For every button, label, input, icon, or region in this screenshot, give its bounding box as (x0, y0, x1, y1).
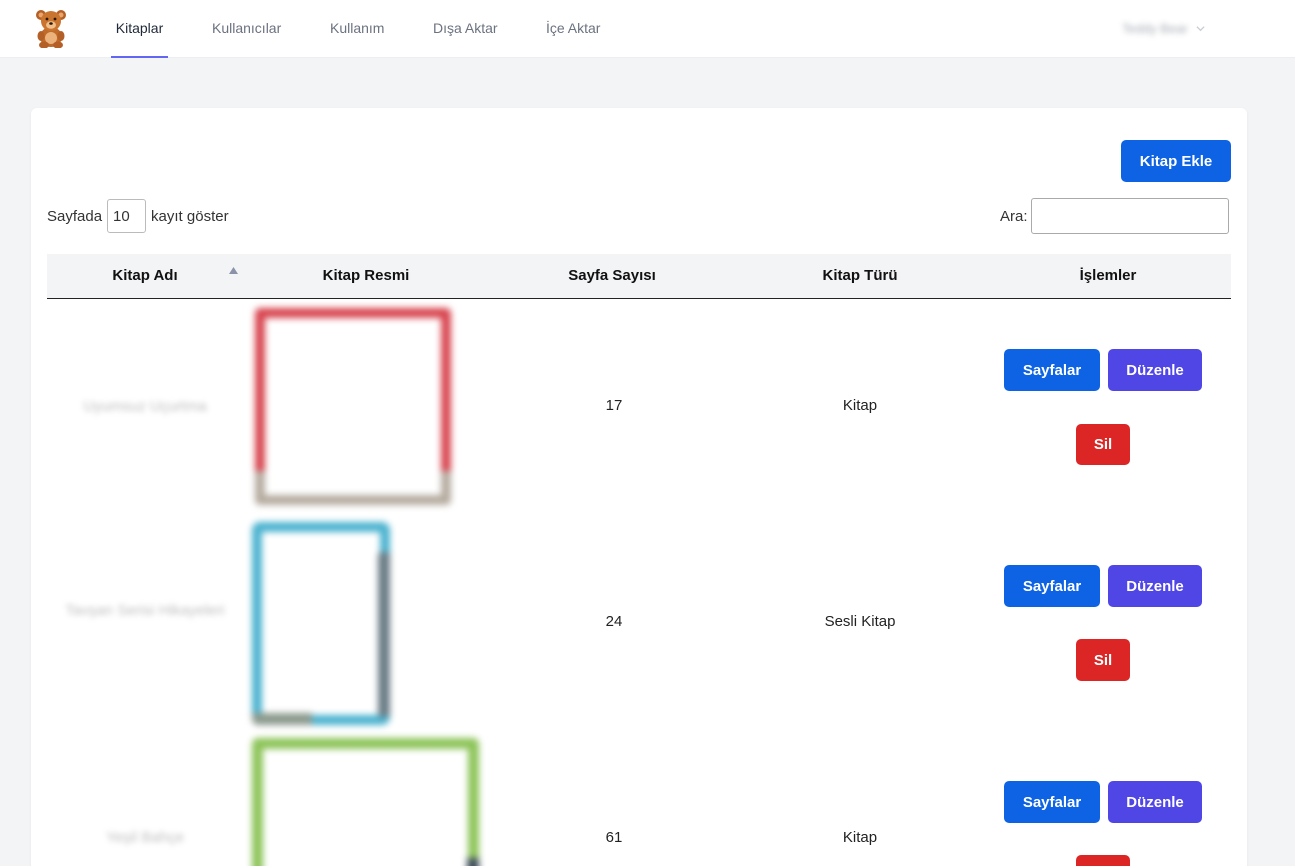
book-cover-image (255, 308, 451, 505)
top-navbar: Kitaplar Kullanıcılar Kullanım Dışa Akta… (0, 0, 1295, 58)
edit-button[interactable]: Düzenle (1108, 781, 1202, 823)
book-type-cell: Kitap (842, 397, 878, 414)
nav-item-kullanim[interactable]: Kullanım (330, 0, 384, 58)
column-header-book-name[interactable]: Kitap Adı (47, 254, 243, 298)
page-count-cell: 17 (605, 397, 623, 414)
delete-button[interactable]: Sil (1076, 424, 1130, 465)
delete-button[interactable]: Sil (1076, 639, 1130, 681)
book-cover-image (252, 522, 390, 725)
edit-button[interactable]: Düzenle (1108, 349, 1202, 391)
pages-button[interactable]: Sayfalar (1004, 565, 1100, 607)
chevron-down-icon (1196, 25, 1205, 31)
book-type-cell: Kitap (842, 829, 878, 846)
pages-button[interactable]: Sayfalar (1004, 349, 1100, 391)
book-name-cell: Tavşan Serisi Hikayeleri (65, 602, 225, 619)
user-name: Teddy Bear (1122, 20, 1188, 36)
book-name-cell: Uyumsuz Uçurtma (83, 398, 207, 415)
book-type-cell: Sesli Kitap (824, 613, 896, 630)
search-label: Ara: (1000, 207, 1028, 225)
nav-item-disa-aktar[interactable]: Dışa Aktar (433, 0, 498, 58)
pages-button[interactable]: Sayfalar (1004, 781, 1100, 823)
table-header: Kitap Adı Kitap Resmi Sayfa Sayısı Kitap… (47, 254, 1231, 299)
search-input[interactable] (1030, 198, 1229, 234)
column-header-actions: İşlemler (1079, 267, 1137, 284)
page-count-cell: 24 (605, 613, 623, 630)
add-book-button[interactable]: Kitap Ekle (1121, 140, 1231, 182)
page-length-input[interactable] (107, 199, 147, 233)
book-cover-image (252, 738, 479, 866)
teddy-bear-logo-icon[interactable] (33, 6, 69, 48)
nav-item-ice-aktar[interactable]: İçe Aktar (546, 0, 600, 58)
sort-ascending-icon (229, 267, 238, 274)
books-card: Kitap Ekle Sayfada kayıt göster Ara: Kit… (31, 108, 1247, 866)
page-length-control: Sayfada kayıt göster (47, 199, 229, 233)
page-count-cell: 61 (605, 829, 623, 846)
column-header-book-type[interactable]: Kitap Türü (735, 254, 985, 298)
nav-item-kullanicilar[interactable]: Kullanıcılar (212, 0, 281, 58)
column-header-page-count[interactable]: Sayfa Sayısı (489, 254, 735, 298)
page-length-suffix: kayıt göster (151, 207, 229, 225)
column-header-book-image[interactable]: Kitap Resmi (243, 254, 489, 298)
page-length-prefix: Sayfada (47, 207, 103, 225)
book-name-cell: Yeşil Bahçe (106, 829, 184, 846)
edit-button[interactable]: Düzenle (1108, 565, 1202, 607)
delete-button[interactable]: Sil (1076, 855, 1130, 866)
search-control: Ara: (1000, 198, 1229, 234)
nav-item-kitaplar[interactable]: Kitaplar (111, 0, 168, 58)
user-menu[interactable]: Teddy Bear (1122, 18, 1234, 38)
